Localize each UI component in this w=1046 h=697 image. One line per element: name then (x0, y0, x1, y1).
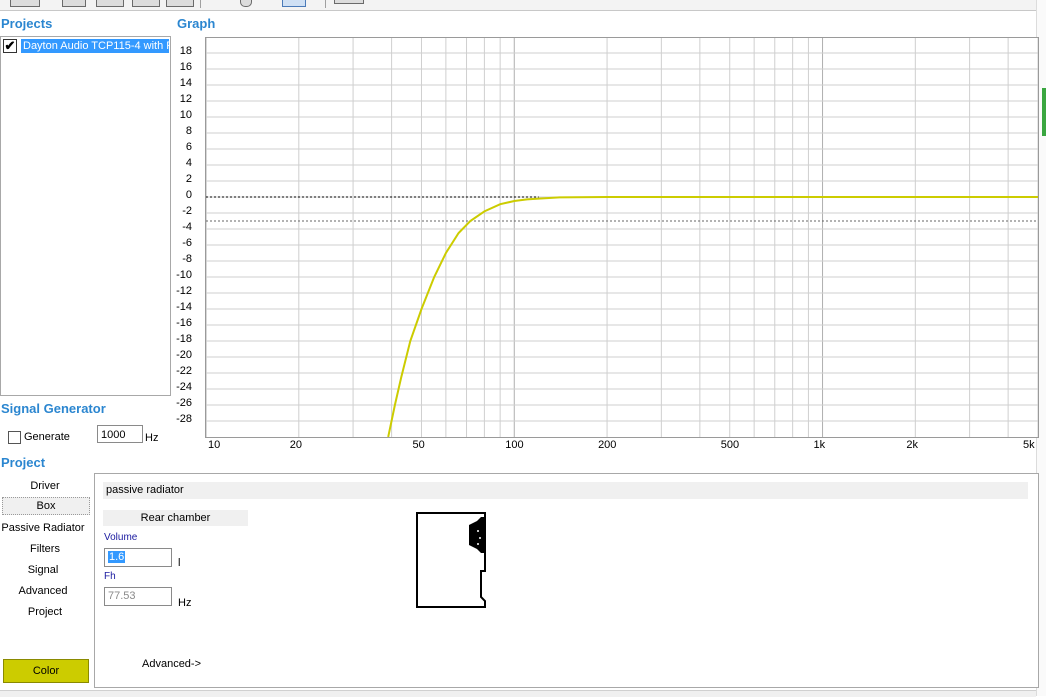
toolbar-button-5[interactable] (166, 0, 194, 7)
nav-signal[interactable]: Signal (0, 564, 88, 576)
nav-project[interactable]: Project (0, 606, 90, 618)
nav-passive-radiator[interactable]: Passive Radiator (0, 522, 88, 534)
x-tick-label: 100 (505, 439, 524, 451)
y-tick-label: -10 (176, 269, 192, 281)
project-item[interactable]: ✔ Dayton Audio TCP115-4 with PR (3, 39, 169, 53)
x-tick-label: 1k (813, 439, 826, 451)
x-tick-label: 2k (906, 439, 918, 451)
y-tick-label: -24 (176, 381, 192, 393)
toolbar-separator (325, 0, 326, 8)
y-tick-label: 8 (185, 125, 192, 137)
y-tick-label: 12 (179, 93, 192, 105)
project-checkbox[interactable]: ✔ (3, 39, 17, 53)
toolbar-separator (200, 0, 201, 8)
y-tick-label: -18 (176, 333, 192, 345)
volume-label: Volume (104, 532, 138, 543)
y-tick-label: 14 (179, 77, 192, 89)
rear-chamber-header: Rear chamber (103, 510, 248, 526)
y-tick-label: 4 (185, 157, 192, 169)
response-curve (387, 196, 1038, 437)
y-tick-label: 6 (185, 141, 192, 153)
x-tick-label: 5k (1023, 439, 1035, 451)
frequency-input[interactable]: 1000 (97, 425, 143, 443)
generate-label: Generate (24, 431, 70, 443)
projects-list[interactable]: ✔ Dayton Audio TCP115-4 with PR (0, 36, 171, 396)
y-tick-label: -22 (176, 365, 192, 377)
projects-title: Projects (1, 16, 53, 31)
project-title: Project (1, 455, 46, 470)
y-tick-label: -12 (176, 285, 192, 297)
color-button[interactable]: Color (3, 659, 89, 683)
volume-input[interactable]: 1.6 (104, 548, 172, 567)
toolbar-button-2[interactable] (62, 0, 86, 7)
y-tick-label: 0 (185, 189, 192, 201)
y-tick-label: -4 (182, 221, 192, 233)
frequency-unit: Hz (145, 432, 159, 444)
y-tick-label: -2 (182, 205, 192, 217)
graph-plot (206, 38, 1038, 437)
y-tick-label: 16 (179, 61, 192, 73)
box-settings-panel (94, 473, 1039, 688)
y-tick-label: -6 (182, 237, 192, 249)
box-diagram-icon (416, 512, 486, 608)
fh-unit: Hz (178, 597, 192, 609)
y-tick-label: 2 (185, 173, 192, 185)
y-tick-label: -16 (176, 317, 192, 329)
toolbar (0, 0, 1036, 11)
volume-unit: l (178, 557, 181, 569)
nav-driver[interactable]: Driver (0, 480, 90, 492)
y-tick-label: 18 (179, 45, 192, 57)
x-tick-label: 500 (720, 439, 740, 451)
nav-filters[interactable]: Filters (0, 543, 90, 555)
toolbar-button-4[interactable] (132, 0, 160, 7)
volume-value: 1.6 (108, 551, 126, 563)
nav-box[interactable]: Box (2, 497, 90, 515)
fh-label: Fh (104, 571, 116, 582)
x-tick-label: 10 (208, 439, 221, 451)
x-tick-label: 200 (598, 439, 617, 451)
panel-header: passive radiator (103, 482, 1028, 499)
toolbar-button-8[interactable] (334, 0, 364, 4)
x-tick-label: 50 (412, 439, 425, 451)
generate-checkbox[interactable] (8, 431, 21, 444)
frequency-response-graph[interactable] (205, 37, 1039, 438)
toolbar-button-3[interactable] (96, 0, 124, 7)
status-indicator (1042, 88, 1046, 136)
y-tick-label: -28 (176, 413, 192, 425)
toolbar-button-1[interactable] (10, 0, 40, 7)
y-tick-label: -26 (176, 397, 192, 409)
y-tick-label: -20 (176, 349, 192, 361)
x-tick-label: 20 (289, 439, 303, 451)
graph-title: Graph (177, 16, 216, 31)
project-label[interactable]: Dayton Audio TCP115-4 with PR (21, 39, 169, 53)
nav-advanced[interactable]: Advanced (0, 585, 88, 597)
y-tick-label: -14 (176, 301, 192, 313)
y-tick-label: -8 (182, 253, 192, 265)
fh-input[interactable]: 77.53 (104, 587, 172, 606)
toolbar-button-7[interactable] (282, 0, 306, 7)
toolbar-button-6[interactable] (240, 0, 252, 7)
y-tick-label: 10 (179, 109, 192, 121)
signal-generator-title: Signal Generator (1, 401, 106, 416)
advanced-button[interactable]: Advanced-> (142, 658, 201, 670)
